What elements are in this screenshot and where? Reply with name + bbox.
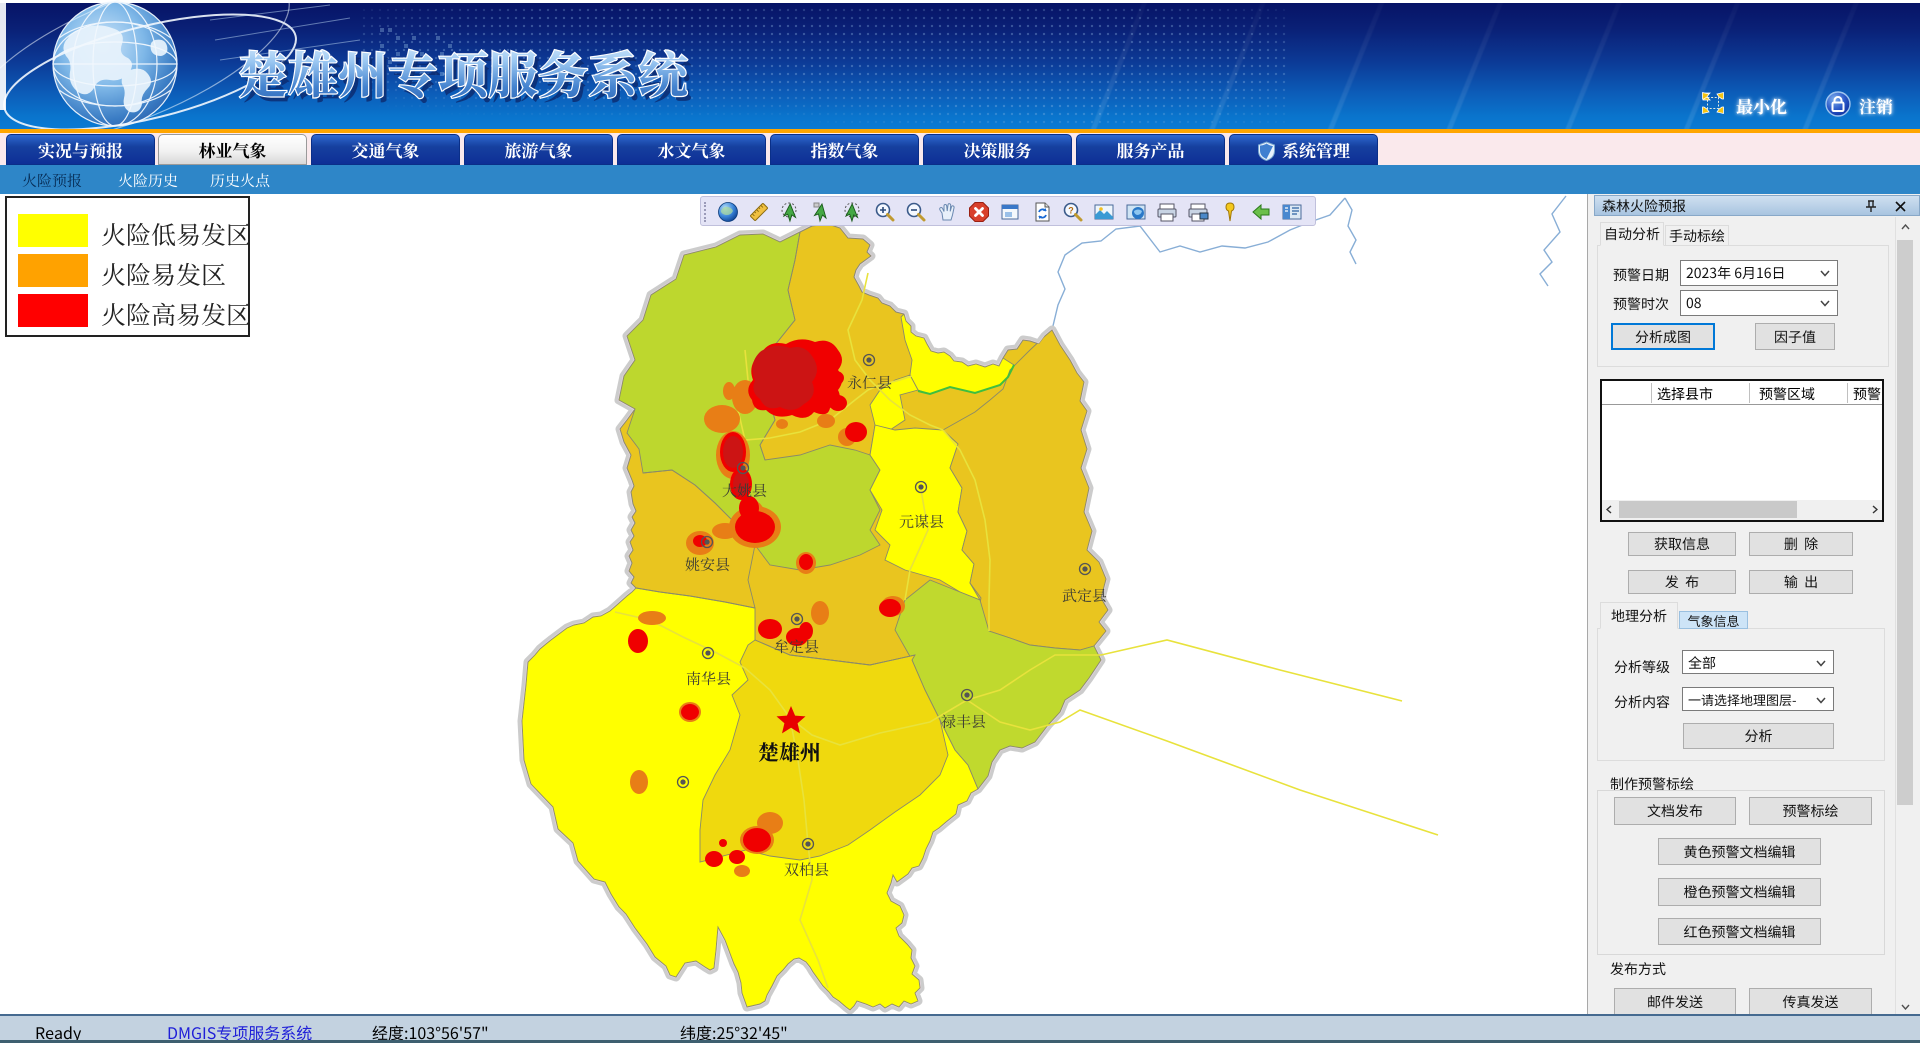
svg-text:武定县: 武定县 — [1062, 585, 1107, 606]
svg-text:?: ? — [1068, 206, 1074, 216]
svg-text:牟定县: 牟定县 — [774, 636, 819, 657]
svg-text:姚安县: 姚安县 — [685, 554, 730, 575]
svg-text:永仁县: 永仁县 — [847, 372, 892, 393]
svg-text:楚雄州: 楚雄州 — [758, 737, 821, 767]
svg-text:禄丰县: 禄丰县 — [941, 711, 986, 732]
svg-text:元谋县: 元谋县 — [899, 511, 944, 532]
svg-text:大姚县: 大姚县 — [722, 480, 767, 501]
svg-text:楚雄州专项服务系统: 楚雄州专项服务系统 — [238, 36, 691, 108]
svg-text:双柏县: 双柏县 — [784, 859, 829, 880]
svg-text:南华县: 南华县 — [686, 668, 731, 689]
